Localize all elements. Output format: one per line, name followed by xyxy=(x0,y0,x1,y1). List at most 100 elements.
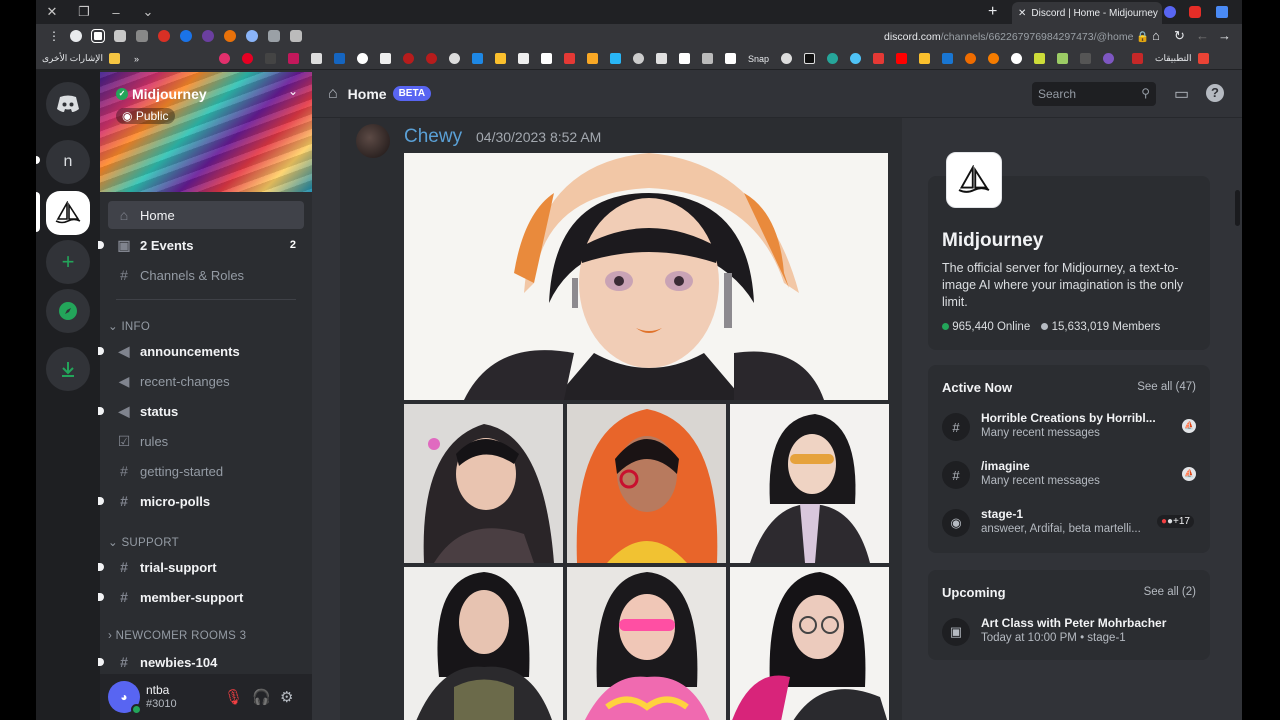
window-restore-icon[interactable]: ❐ xyxy=(68,4,100,20)
bookmark-icon[interactable] xyxy=(425,53,437,64)
bookmark-star-icon[interactable] xyxy=(246,30,258,42)
new-tab-button[interactable]: + xyxy=(988,3,997,21)
server-name-header[interactable]: ✓ Midjourney xyxy=(116,86,207,102)
server-midjourney[interactable] xyxy=(46,191,90,235)
extension-icon[interactable] xyxy=(91,29,105,43)
grid-image[interactable] xyxy=(404,404,563,563)
bookmark-icon[interactable] xyxy=(402,53,414,64)
active-see-all-link[interactable]: See all (47) xyxy=(1137,381,1196,393)
extension-icon[interactable] xyxy=(202,30,214,42)
help-icon[interactable]: ? xyxy=(1206,84,1224,102)
grid-image[interactable] xyxy=(730,567,889,720)
chevron-right-icon[interactable]: » xyxy=(134,54,139,64)
youtube-icon[interactable] xyxy=(896,53,907,64)
browser-tab-active[interactable]: ✕ Discord | Home - Midjourney xyxy=(1012,2,1162,24)
bookmark-icon[interactable] xyxy=(942,53,953,64)
bookmark-icon[interactable] xyxy=(379,53,391,64)
extension-icon[interactable] xyxy=(180,30,192,42)
bookmark-icon[interactable] xyxy=(965,53,976,64)
tab-favicon-discord[interactable] xyxy=(1164,6,1176,18)
inbox-icon[interactable]: ▭ xyxy=(1174,84,1189,104)
active-item[interactable]: ◉ stage-1 answeer, Ardifai, beta martell… xyxy=(942,507,1198,543)
back-icon[interactable]: → xyxy=(1218,28,1231,43)
share-icon[interactable] xyxy=(268,30,280,42)
bookmark-icon[interactable] xyxy=(1057,53,1068,64)
search-input[interactable]: Search ⚲ xyxy=(1032,82,1156,106)
bookmark-icon[interactable] xyxy=(724,53,736,64)
home-nav-icon[interactable]: ⌂ xyxy=(1152,28,1160,43)
folder-icon[interactable] xyxy=(108,53,120,64)
bookmark-icon[interactable] xyxy=(540,53,552,64)
channel-status[interactable]: ◀ status xyxy=(98,397,304,425)
message-image-main[interactable] xyxy=(404,153,888,400)
author-avatar[interactable] xyxy=(356,124,390,158)
grid-image[interactable] xyxy=(567,404,726,563)
tab-favicon-youtube[interactable] xyxy=(1189,6,1201,18)
bookmark-icon[interactable] xyxy=(1080,53,1091,64)
bookmark-icon[interactable] xyxy=(1034,53,1045,64)
bookmark-icon[interactable] xyxy=(218,53,230,64)
tiktok-icon[interactable] xyxy=(804,53,815,64)
bookmark-icon[interactable] xyxy=(241,53,253,64)
bookmark-icon[interactable] xyxy=(494,53,506,64)
bookmark-icon[interactable] xyxy=(988,53,999,64)
reload-icon[interactable]: ↻ xyxy=(1174,28,1185,44)
bookmark-icon[interactable] xyxy=(471,53,483,64)
bookmark-icon[interactable] xyxy=(448,53,460,64)
message-author[interactable]: Chewy xyxy=(404,126,462,148)
address-bar[interactable]: discord.com/channels/662267976984297473/… xyxy=(884,30,1149,43)
window-close-icon[interactable]: ✕ xyxy=(36,4,68,20)
channel-recent-changes[interactable]: ◀ recent-changes xyxy=(108,367,304,395)
chevron-down-icon[interactable]: ⌄ xyxy=(288,84,298,98)
grid-image[interactable] xyxy=(567,567,726,720)
bookmark-icon[interactable] xyxy=(356,53,368,64)
tab-search-icon[interactable]: ⌄ xyxy=(132,4,164,20)
tab-close-icon[interactable]: ✕ xyxy=(1018,8,1026,19)
bookmark-icon[interactable] xyxy=(563,53,575,64)
avatar[interactable]: ◕ xyxy=(108,681,142,715)
settings-gear-icon[interactable]: ⚙ xyxy=(280,688,293,706)
bookmark-icon[interactable] xyxy=(873,53,884,64)
active-item[interactable]: # /imagine Many recent messages ⛵ xyxy=(942,459,1198,495)
channel-micro-polls[interactable]: # micro-polls xyxy=(98,487,304,515)
sidebar-item-channels-roles[interactable]: # Channels & Roles xyxy=(108,261,304,289)
upcoming-see-all-link[interactable]: See all (2) xyxy=(1144,586,1196,598)
bookmark-icon[interactable] xyxy=(586,53,598,64)
extension-icon[interactable] xyxy=(136,30,148,42)
category-info[interactable]: ⌄ INFO xyxy=(108,319,150,333)
category-support[interactable]: ⌄ SUPPORT xyxy=(108,535,179,549)
extension-icon[interactable] xyxy=(70,30,82,42)
forward-icon[interactable]: ← xyxy=(1196,28,1209,43)
menu-dots-icon[interactable]: ⋮ xyxy=(48,29,60,43)
extension-icon[interactable] xyxy=(290,30,302,42)
bookmark-icon[interactable] xyxy=(701,53,713,64)
bookmark-icon[interactable] xyxy=(678,53,690,64)
channel-getting-started[interactable]: # getting-started xyxy=(108,457,304,485)
sidebar-item-home[interactable]: ⌂ Home xyxy=(108,201,304,229)
bookmark-icon[interactable] xyxy=(827,53,838,64)
grid-image[interactable] xyxy=(404,567,563,720)
bookmarks-apps-label[interactable]: التطبيقات xyxy=(1155,53,1192,64)
tab-favicon-translate[interactable] xyxy=(1216,6,1228,18)
bookmark-icon[interactable] xyxy=(517,53,529,64)
add-server-button[interactable]: + xyxy=(46,240,90,284)
extension-icon[interactable] xyxy=(224,30,236,42)
bookmark-icon[interactable] xyxy=(1132,53,1143,64)
bookmark-icon[interactable] xyxy=(655,53,667,64)
active-item[interactable]: # Horrible Creations by Horribl... Many … xyxy=(942,411,1198,447)
channel-announcements[interactable]: ◀ announcements xyxy=(98,337,304,365)
channel-trial-support[interactable]: # trial-support xyxy=(98,553,304,581)
explore-servers-button[interactable] xyxy=(46,289,90,333)
bookmarks-other-label[interactable]: الإشارات الأخرى xyxy=(42,53,103,64)
sidebar-item-events[interactable]: ▣ 2 Events 2 xyxy=(98,231,304,259)
bookmark-snap-label[interactable]: Snap xyxy=(748,54,769,64)
window-minimize-icon[interactable]: – xyxy=(100,5,132,20)
upcoming-event[interactable]: ▣ Art Class with Peter Mohrbacher Today … xyxy=(942,616,1198,652)
apps-grid-icon[interactable] xyxy=(1197,53,1209,64)
headphones-icon[interactable]: 🎧 xyxy=(252,688,271,706)
bookmark-icon[interactable] xyxy=(781,53,792,64)
user-info[interactable]: ntba #3010 xyxy=(146,683,177,711)
channel-member-support[interactable]: # member-support xyxy=(98,583,304,611)
bookmark-icon[interactable] xyxy=(333,53,345,64)
bookmark-icon[interactable] xyxy=(919,53,930,64)
